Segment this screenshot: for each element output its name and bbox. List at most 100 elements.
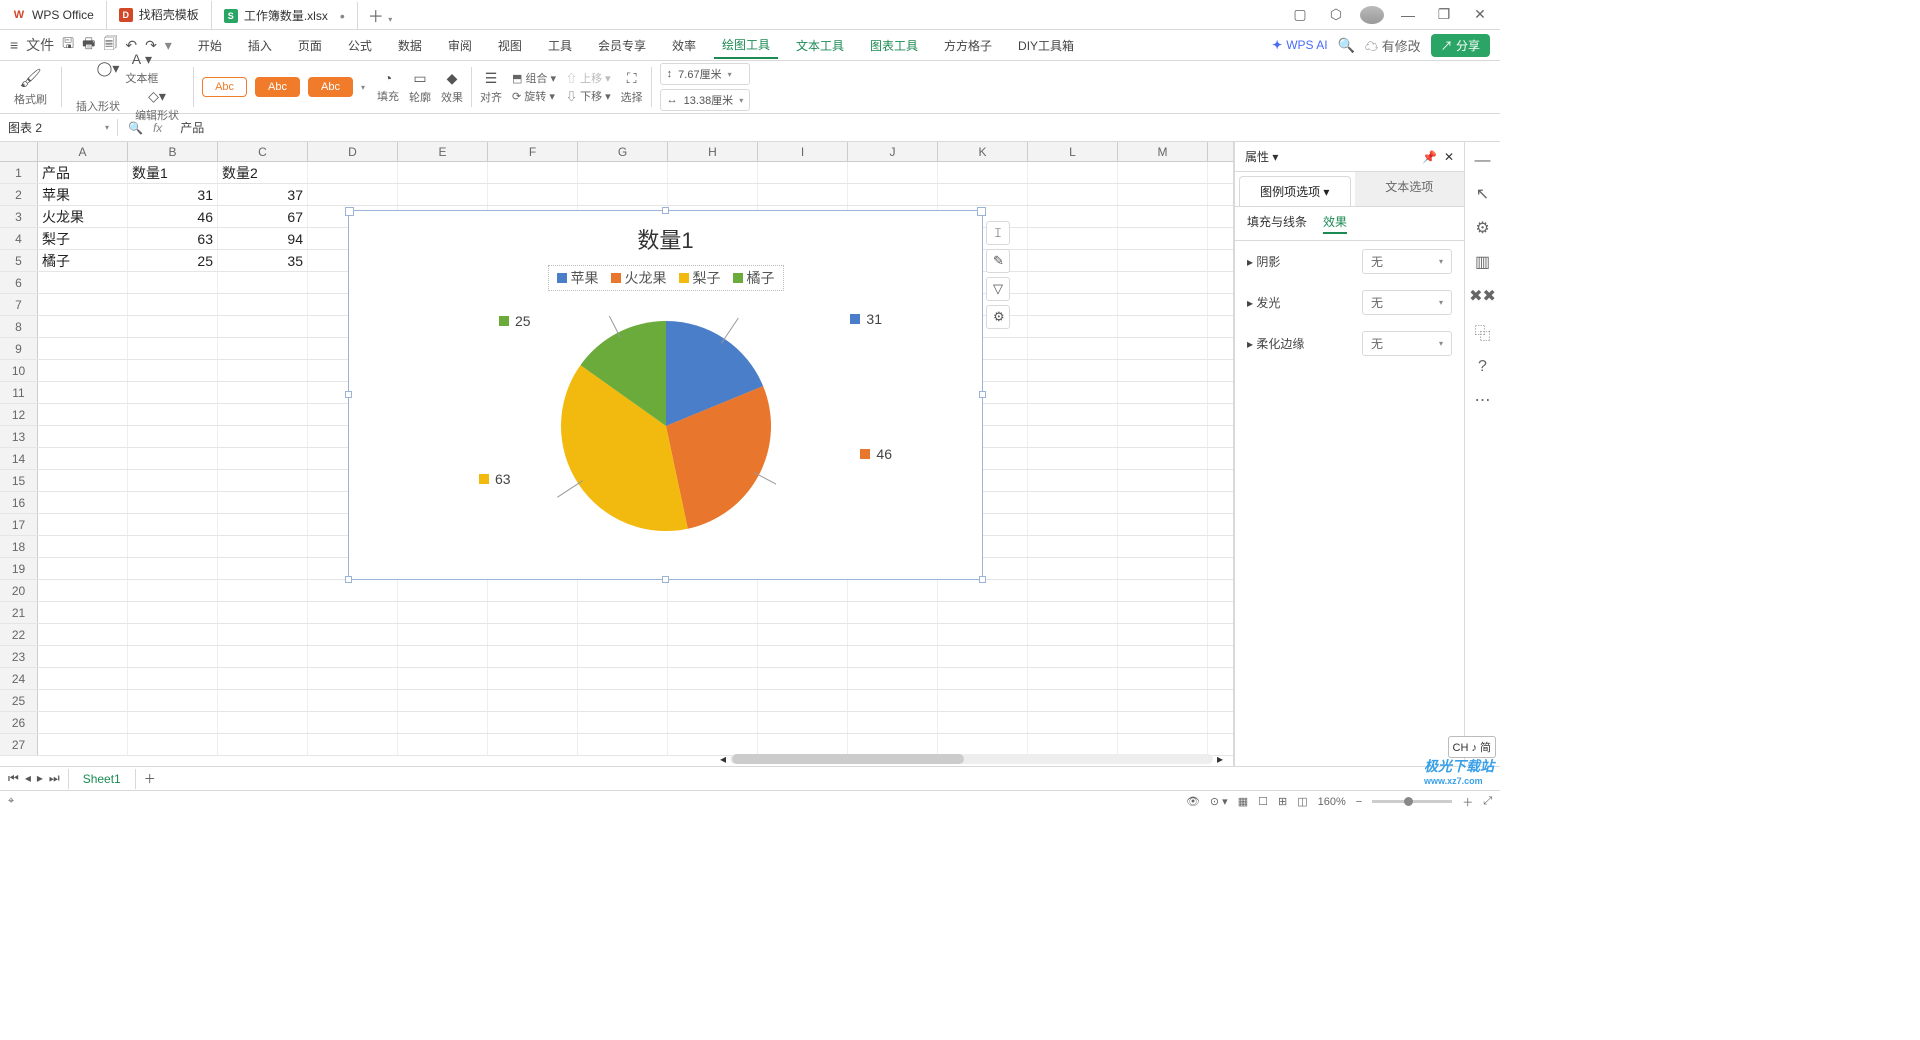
cell[interactable] [1118,294,1208,315]
cell[interactable] [488,668,578,689]
chart-legend[interactable]: 苹果 火龙果 梨子 橘子 [548,265,784,291]
cell[interactable] [938,162,1028,183]
cell[interactable] [848,162,938,183]
cell[interactable] [308,712,398,733]
col-M[interactable]: M [1118,142,1208,161]
cell[interactable] [668,624,758,645]
sheet-first-icon[interactable]: ⏮ [8,771,19,786]
cell[interactable] [1118,448,1208,469]
help-icon[interactable]: ? [1478,358,1487,376]
cell[interactable] [668,668,758,689]
cell[interactable] [1028,668,1118,689]
chart-icon[interactable]: ⿻ [1474,320,1490,344]
tab-data[interactable]: 数据 [390,33,430,58]
shadow-select[interactable]: 无▾ [1362,249,1452,274]
col-L[interactable]: L [1028,142,1118,161]
cell[interactable] [578,646,668,667]
row-header[interactable]: 7 [0,294,38,315]
row-header[interactable]: 8 [0,316,38,337]
cell[interactable]: 梨子 [38,228,128,249]
col-F[interactable]: F [488,142,578,161]
cell[interactable]: 产品 [38,162,128,183]
cell[interactable] [1028,448,1118,469]
row-header[interactable]: 10 [0,360,38,381]
col-D[interactable]: D [308,142,398,161]
cell[interactable] [218,734,308,755]
cell[interactable] [668,162,758,183]
sheet-next-icon[interactable]: ▸ [37,771,43,786]
cell[interactable] [1118,250,1208,271]
embedded-chart[interactable]: 数量1 苹果 火龙果 梨子 橘子 31 46 63 25 𝙸 ✎ ▽ ⚙ [348,210,983,580]
cell[interactable] [758,184,848,205]
formula-input[interactable]: 产品 [172,119,1500,136]
cell[interactable] [938,624,1028,645]
cell[interactable] [1118,426,1208,447]
row-header[interactable]: 5 [0,250,38,271]
cell[interactable]: 橘子 [38,250,128,271]
cell[interactable] [128,712,218,733]
cell[interactable] [128,558,218,579]
cell[interactable] [488,602,578,623]
cell[interactable] [1028,690,1118,711]
cell[interactable] [848,624,938,645]
settings-icon[interactable]: ⚙ [1475,218,1489,238]
text-box-button[interactable]: А ▾文本框 [125,51,158,86]
share-button[interactable]: ↗ 分享 [1431,34,1490,57]
cell[interactable] [38,646,128,667]
glow-select[interactable]: 无▾ [1362,290,1452,315]
cell[interactable] [218,536,308,557]
cell[interactable] [578,184,668,205]
tab-chart-tools[interactable]: 图表工具 [862,33,926,58]
cell[interactable] [758,712,848,733]
cell[interactable] [38,690,128,711]
tools-icon[interactable]: ✖✖ [1469,286,1496,306]
tab-vip[interactable]: 会员专享 [590,33,654,58]
cell[interactable] [398,690,488,711]
cell[interactable] [218,426,308,447]
window-close-icon[interactable]: ✕ [1468,6,1492,23]
cell[interactable] [218,382,308,403]
cell[interactable]: 25 [128,250,218,271]
cell[interactable] [578,602,668,623]
cell[interactable] [38,558,128,579]
cell[interactable] [488,646,578,667]
cell[interactable] [38,712,128,733]
cell[interactable] [488,734,578,755]
cell[interactable] [848,712,938,733]
cell[interactable] [218,602,308,623]
cell[interactable] [488,580,578,601]
cell[interactable]: 37 [218,184,308,205]
tab-diy[interactable]: DIY工具箱 [1010,33,1082,58]
row-header[interactable]: 9 [0,338,38,359]
tab-view[interactable]: 视图 [490,33,530,58]
cube-icon[interactable]: ⬡ [1324,6,1348,23]
cell[interactable] [128,404,218,425]
cell[interactable] [38,668,128,689]
cell[interactable] [128,690,218,711]
cell[interactable] [218,668,308,689]
cell[interactable]: 46 [128,206,218,227]
zoom-value[interactable]: 160% [1318,796,1346,808]
cell[interactable] [218,272,308,293]
cell[interactable] [308,668,398,689]
chart-title[interactable]: 数量1 [349,211,982,255]
cell[interactable] [128,470,218,491]
cell[interactable]: 数量2 [218,162,308,183]
layers-icon[interactable]: ▥ [1475,252,1490,272]
cell[interactable] [218,404,308,425]
cell[interactable] [668,602,758,623]
cell[interactable] [398,162,488,183]
cell[interactable] [308,162,398,183]
hamburger-icon[interactable]: ≡ [10,37,18,53]
row-header[interactable]: 13 [0,426,38,447]
cell[interactable] [1118,470,1208,491]
cell[interactable] [128,426,218,447]
cell[interactable] [848,184,938,205]
cell[interactable] [1118,624,1208,645]
cell[interactable] [128,448,218,469]
row-header[interactable]: 2 [0,184,38,205]
cell[interactable] [308,734,398,755]
cell[interactable] [1118,602,1208,623]
row-header[interactable]: 22 [0,624,38,645]
cell[interactable] [1028,360,1118,381]
